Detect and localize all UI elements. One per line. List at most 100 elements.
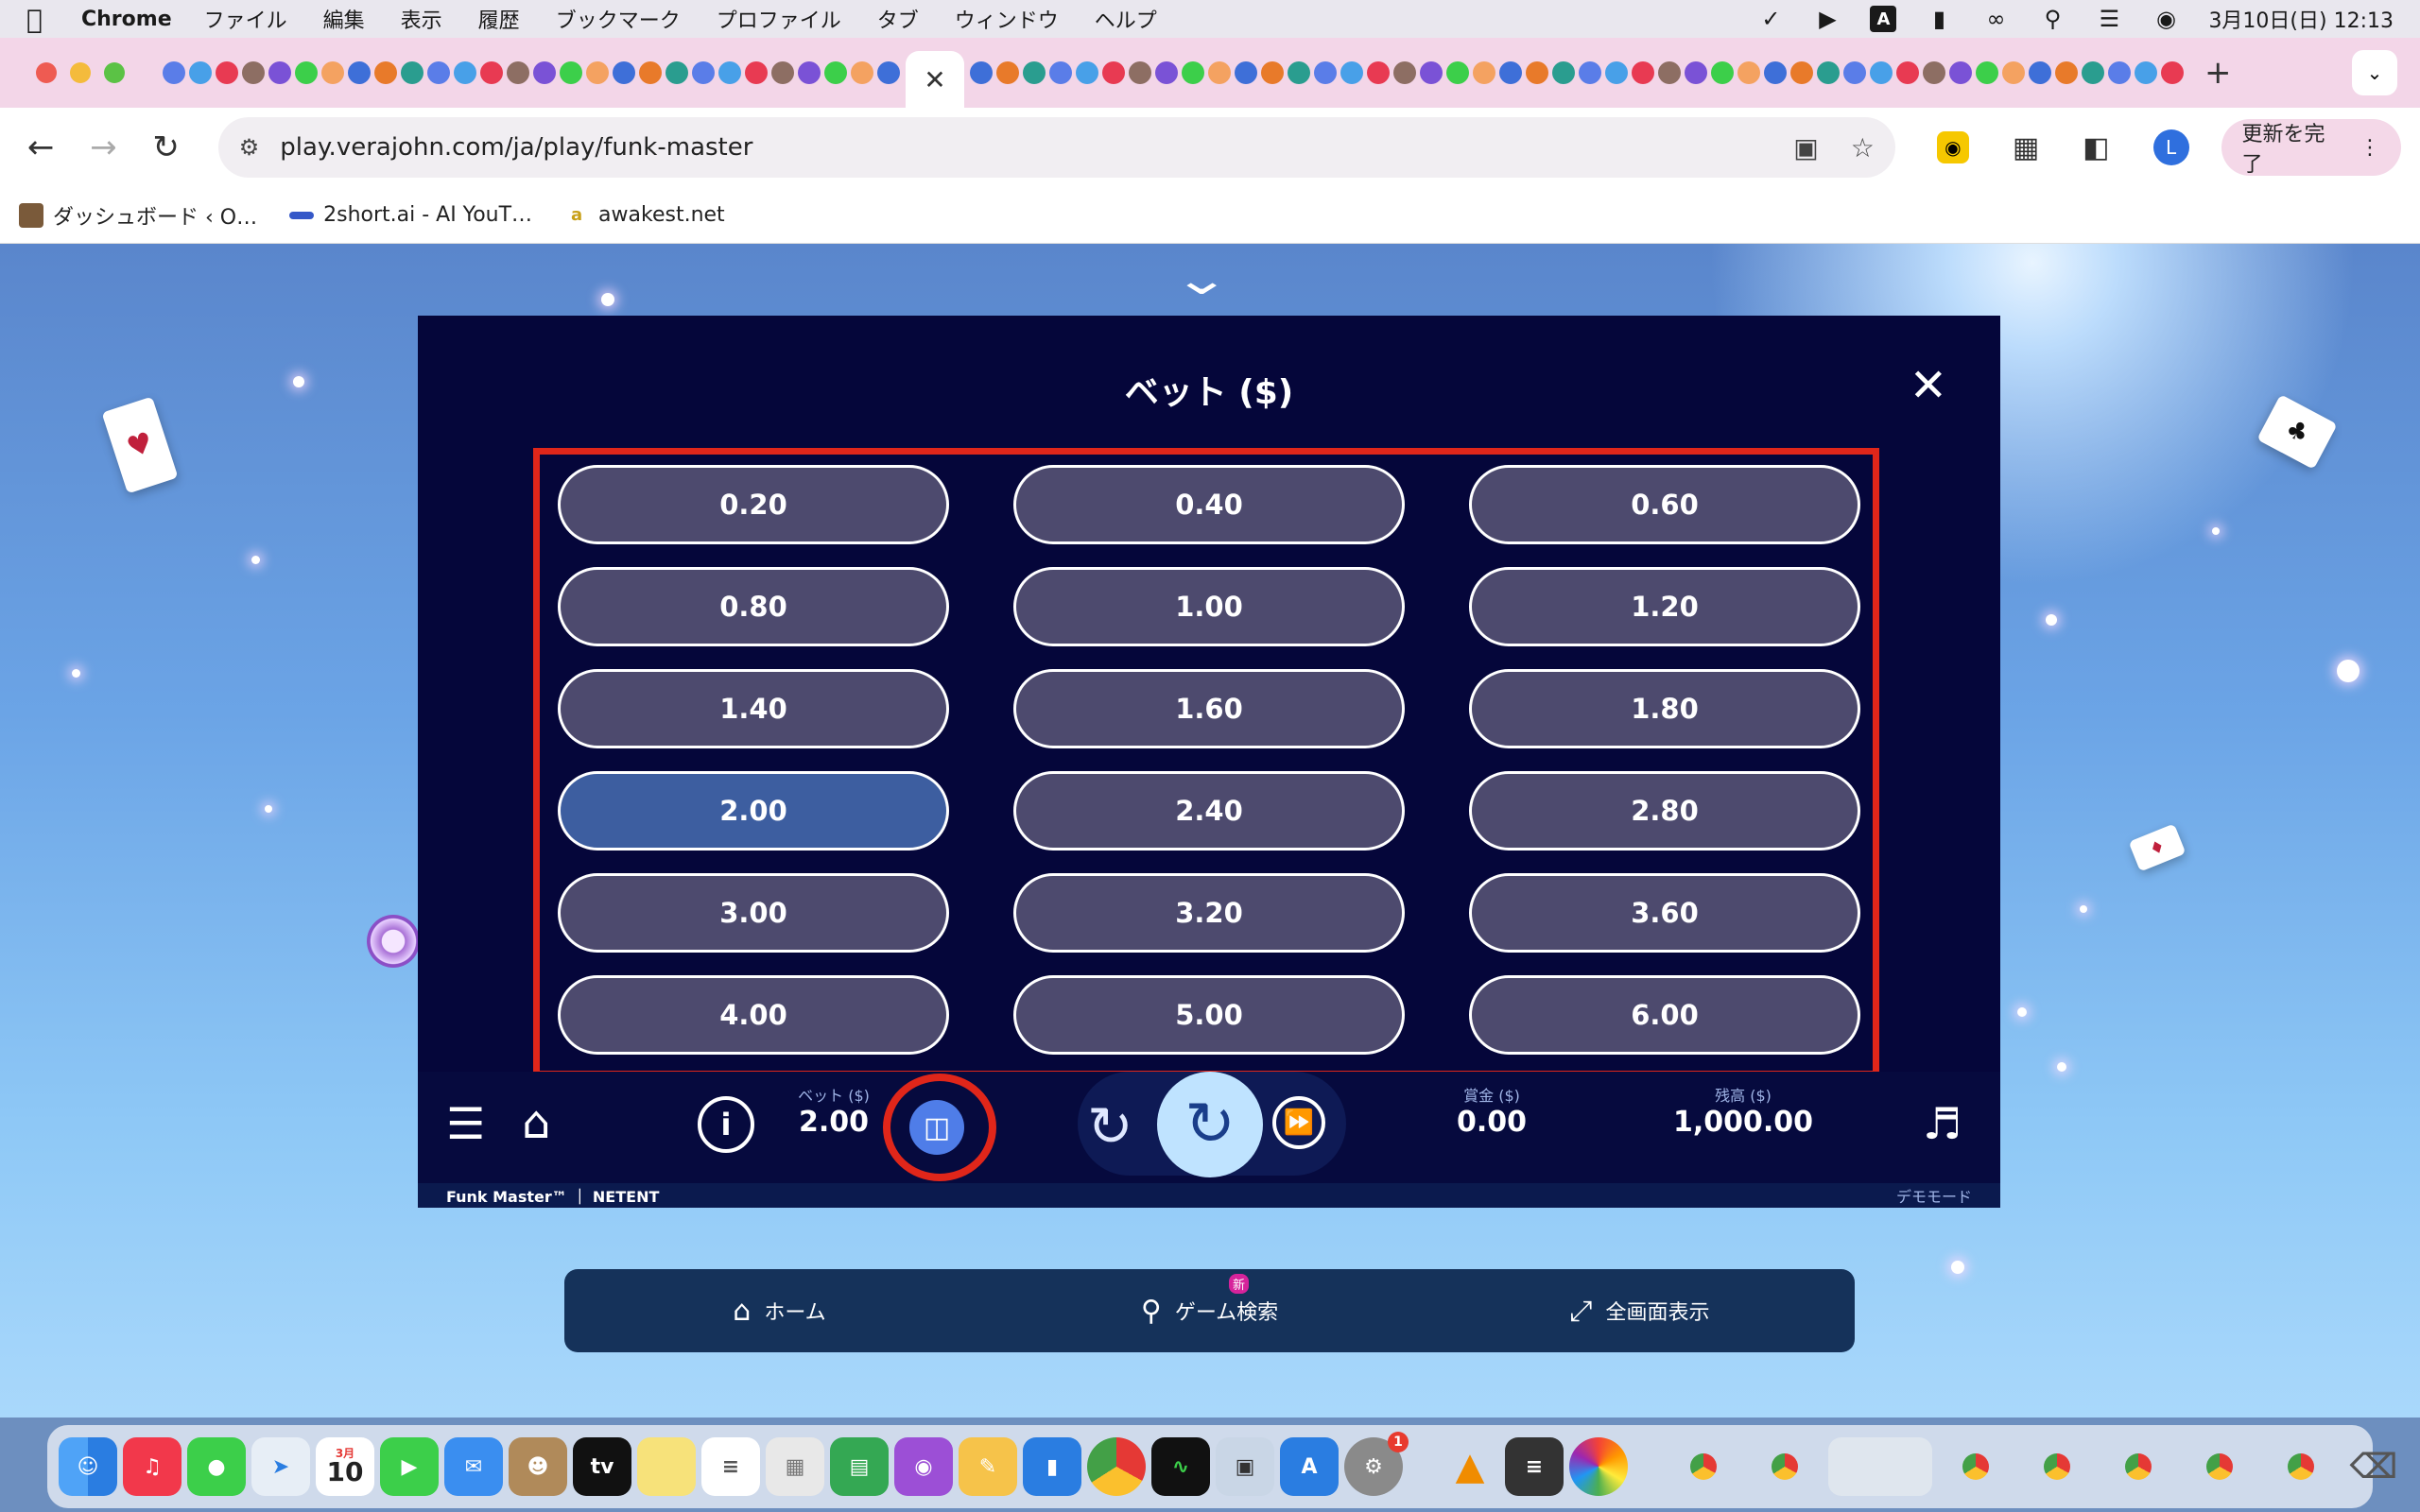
menu-file[interactable]: ファイル xyxy=(204,4,287,34)
tab-favicon[interactable] xyxy=(401,61,424,84)
bet-option-button[interactable]: 3.20 xyxy=(1013,873,1405,953)
tab-favicon[interactable] xyxy=(2002,61,2025,84)
tab-favicon[interactable] xyxy=(1235,61,1257,84)
bookmark-2short[interactable]: 2short.ai - AI YouT… xyxy=(289,203,532,227)
vlc-icon[interactable]: ▲ xyxy=(1441,1437,1499,1496)
tab-favicon[interactable] xyxy=(1288,61,1310,84)
menubar-clock[interactable]: 3月10日(日) 12:13 xyxy=(2208,4,2394,34)
tab-favicon[interactable] xyxy=(1579,61,1601,84)
tab-favicon[interactable] xyxy=(1923,61,1945,84)
control-center-icon[interactable]: ☰ xyxy=(2095,5,2123,33)
tab-favicon[interactable] xyxy=(1499,61,1522,84)
bet-option-button[interactable]: 0.80 xyxy=(558,567,949,646)
info-icon[interactable]: i xyxy=(698,1096,754,1153)
bookmark-dashboard[interactable]: ダッシュボード ‹ O… xyxy=(19,200,257,231)
tab-favicon[interactable] xyxy=(1261,61,1284,84)
tab-favicon[interactable] xyxy=(2135,61,2157,84)
chrome-window-icon[interactable] xyxy=(1962,1453,1989,1480)
spin-button[interactable]: ↻ xyxy=(1157,1072,1263,1177)
battery-icon[interactable]: ▮ xyxy=(1925,5,1953,33)
chrome-icon[interactable] xyxy=(1087,1437,1146,1496)
tab-favicon[interactable] xyxy=(1658,61,1681,84)
tab-favicon[interactable] xyxy=(1843,61,1866,84)
tab-favicon[interactable] xyxy=(216,61,238,84)
bet-option-button[interactable]: 2.00 xyxy=(558,771,949,850)
calculator-icon[interactable]: ≡ xyxy=(1505,1437,1564,1496)
tab-favicon[interactable] xyxy=(2055,61,2078,84)
bet-option-button[interactable]: 6.00 xyxy=(1469,975,1860,1055)
tab-favicon[interactable] xyxy=(348,61,371,84)
back-button[interactable]: ← xyxy=(19,125,62,170)
tab-favicon[interactable] xyxy=(1023,61,1046,84)
tab-favicon[interactable] xyxy=(1976,61,1998,84)
tab-favicon[interactable] xyxy=(1049,61,1072,84)
mail-icon[interactable]: ✉ xyxy=(444,1437,503,1496)
bet-option-button[interactable]: 1.60 xyxy=(1013,669,1405,748)
window-thumbnail-icon[interactable] xyxy=(1828,1437,1932,1496)
close-tab-icon[interactable]: ✕ xyxy=(924,64,945,95)
notes-icon[interactable] xyxy=(637,1437,696,1496)
tab-favicon[interactable] xyxy=(454,61,476,84)
address-bar[interactable]: ⚙ play.verajohn.com/ja/play/funk-master … xyxy=(217,117,1895,178)
bet-option-button[interactable]: 3.60 xyxy=(1469,873,1860,953)
hamburger-menu-icon[interactable]: ☰ xyxy=(446,1098,485,1149)
tab-favicon[interactable] xyxy=(1737,61,1760,84)
app-menu[interactable]: Chrome xyxy=(81,8,172,31)
numbers-icon[interactable]: ▤ xyxy=(830,1437,889,1496)
update-button[interactable]: 更新を完了 ⋮ xyxy=(2221,119,2401,177)
menu-profile[interactable]: プロファイル xyxy=(717,4,841,34)
tab-favicon[interactable] xyxy=(1605,61,1628,84)
tab-favicon[interactable] xyxy=(560,61,582,84)
chrome-window-icon[interactable] xyxy=(1690,1453,1717,1480)
tab-favicon[interactable] xyxy=(692,61,715,84)
tab-favicon[interactable] xyxy=(1896,61,1919,84)
tab-favicon[interactable] xyxy=(1764,61,1787,84)
pages-icon[interactable]: ✎ xyxy=(959,1437,1017,1496)
tab-favicon[interactable] xyxy=(1340,61,1363,84)
tab-favicon[interactable] xyxy=(374,61,397,84)
bet-option-button[interactable]: 5.00 xyxy=(1013,975,1405,1055)
home-icon[interactable]: ⌂ xyxy=(522,1096,550,1149)
kebab-menu-icon[interactable]: ⋮ xyxy=(2360,136,2380,160)
tab-favicon[interactable] xyxy=(1102,61,1125,84)
tab-favicon[interactable] xyxy=(970,61,993,84)
tab-favicon[interactable] xyxy=(533,61,556,84)
bet-option-button[interactable]: 2.80 xyxy=(1469,771,1860,850)
tab-favicon[interactable] xyxy=(480,61,503,84)
site-settings-icon[interactable]: ⚙ xyxy=(239,134,260,161)
music-icon[interactable]: ♫ xyxy=(123,1437,182,1496)
bet-option-button[interactable]: 1.00 xyxy=(1013,567,1405,646)
spotlight-search-icon[interactable]: ⚲ xyxy=(2038,5,2066,33)
tab-favicon[interactable] xyxy=(1155,61,1178,84)
tab-favicon[interactable] xyxy=(718,61,741,84)
nav-home[interactable]: ⌂ ホーム xyxy=(564,1295,994,1328)
tab-favicon[interactable] xyxy=(745,61,768,84)
tab-favicon[interactable] xyxy=(851,61,873,84)
apple-tv-icon[interactable]: tv xyxy=(573,1437,631,1496)
system-settings-icon[interactable]: ⚙ 1 xyxy=(1344,1432,1409,1496)
bet-option-button[interactable]: 1.40 xyxy=(558,669,949,748)
chrome-window-icon[interactable] xyxy=(2288,1453,2314,1480)
tab-favicon[interactable] xyxy=(189,61,212,84)
bet-option-button[interactable]: 1.20 xyxy=(1469,567,1860,646)
tab-favicon[interactable] xyxy=(1949,61,1972,84)
tab-favicon[interactable] xyxy=(1446,61,1469,84)
tab-favicon[interactable] xyxy=(1711,61,1734,84)
new-tab-button[interactable]: + xyxy=(2204,54,2232,92)
input-source-icon[interactable]: A xyxy=(1870,6,1897,32)
chrome-window-icon[interactable] xyxy=(1772,1453,1798,1480)
tab-favicon[interactable] xyxy=(1817,61,1840,84)
close-icon[interactable]: ✕ xyxy=(1910,359,1947,412)
side-panel-icon[interactable]: ◧ xyxy=(2083,131,2109,164)
tab-favicon[interactable] xyxy=(242,61,265,84)
link-icon[interactable]: ∞ xyxy=(1981,5,2010,33)
tab-search-chevron-icon[interactable]: ⌄ xyxy=(2352,50,2397,95)
nav-game-search[interactable]: ⚲ ゲーム検索 新 xyxy=(994,1273,1425,1328)
tab-favicon[interactable] xyxy=(613,61,635,84)
url-text[interactable]: play.verajohn.com/ja/play/funk-master xyxy=(280,133,1761,162)
tab-favicon[interactable] xyxy=(1076,61,1098,84)
tab-favicon[interactable] xyxy=(996,61,1019,84)
messages-icon[interactable]: ● xyxy=(187,1437,246,1496)
tab-favicon[interactable] xyxy=(1314,61,1337,84)
tab-favicon[interactable] xyxy=(427,61,450,84)
